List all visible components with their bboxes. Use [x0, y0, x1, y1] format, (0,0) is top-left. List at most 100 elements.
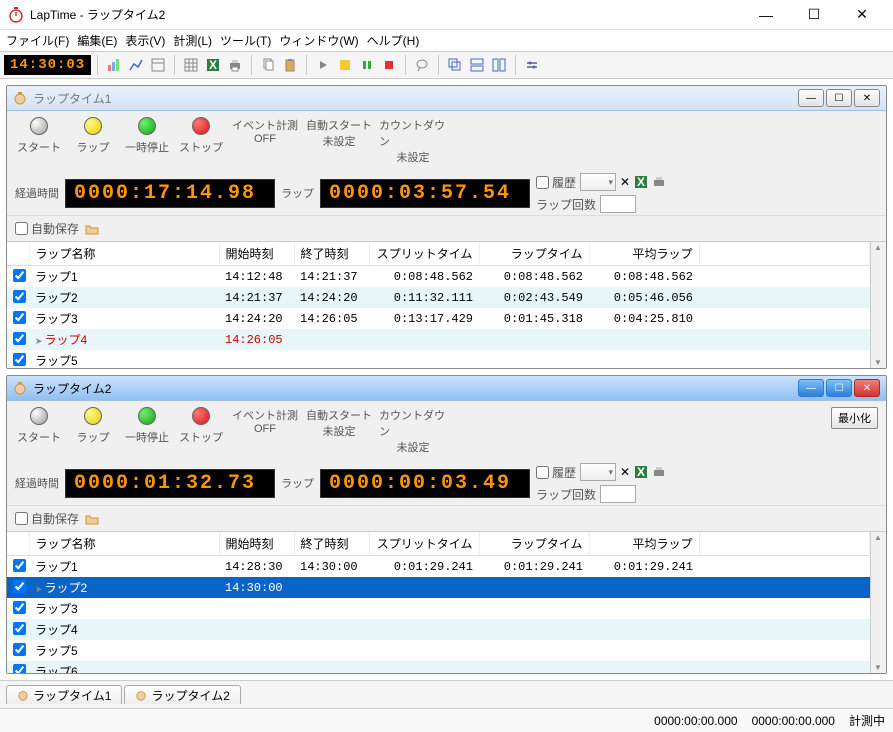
- table-row[interactable]: ラップ3: [7, 598, 870, 619]
- table-row[interactable]: ラップ6: [7, 661, 870, 673]
- chart-settings-icon[interactable]: [148, 55, 168, 75]
- col-split[interactable]: スプリットタイム: [369, 242, 479, 266]
- grid-icon[interactable]: [181, 55, 201, 75]
- pause-green-icon[interactable]: [357, 55, 377, 75]
- folder-icon[interactable]: [85, 222, 99, 236]
- mdi-titlebar-2[interactable]: ラップタイム2 — ☐ ✕: [7, 376, 886, 401]
- menu-help[interactable]: ヘルプ(H): [367, 32, 420, 49]
- row-checkbox[interactable]: [13, 601, 26, 614]
- event-measure-option[interactable]: イベント計測OFF: [231, 407, 299, 435]
- row-checkbox[interactable]: [13, 311, 26, 324]
- table-scrollbar-1[interactable]: [870, 242, 886, 368]
- mdi-close-2[interactable]: ✕: [854, 379, 880, 397]
- history-checkbox[interactable]: 履歴: [536, 464, 576, 481]
- countdown-option[interactable]: カウントダウン未設定: [379, 407, 447, 455]
- paste-icon[interactable]: [280, 55, 300, 75]
- balloon-icon[interactable]: [412, 55, 432, 75]
- col-lap[interactable]: ラップタイム: [479, 242, 589, 266]
- col-start[interactable]: 開始時刻: [219, 532, 294, 556]
- history-combo[interactable]: ▾: [580, 463, 616, 481]
- row-checkbox[interactable]: [13, 290, 26, 303]
- tab-laptime1[interactable]: ラップタイム1: [6, 685, 122, 704]
- chart-line-icon[interactable]: [126, 55, 146, 75]
- start-button[interactable]: スタート: [15, 407, 63, 445]
- menu-window[interactable]: ウィンドウ(W): [279, 32, 358, 49]
- mdi-minimize-1[interactable]: —: [798, 89, 824, 107]
- row-checkbox[interactable]: [13, 643, 26, 656]
- table-row[interactable]: ラップ114:28:3014:30:000:01:29.2410:01:29.2…: [7, 556, 870, 578]
- mdi-maximize-2[interactable]: ☐: [826, 379, 852, 397]
- row-checkbox[interactable]: [13, 664, 26, 674]
- table-row[interactable]: ラップ114:12:4814:21:370:08:48.5620:08:48.5…: [7, 266, 870, 288]
- menu-tool[interactable]: ツール(T): [220, 32, 271, 49]
- print-small-icon[interactable]: [652, 465, 666, 479]
- stop-button[interactable]: ストップ: [177, 117, 225, 155]
- start-button[interactable]: スタート: [15, 117, 63, 155]
- row-checkbox[interactable]: [13, 622, 26, 635]
- countdown-option[interactable]: カウントダウン未設定: [379, 117, 447, 165]
- event-measure-option[interactable]: イベント計測OFF: [231, 117, 299, 145]
- row-checkbox[interactable]: [13, 269, 26, 282]
- tab-laptime2[interactable]: ラップタイム2: [124, 685, 240, 704]
- col-avg[interactable]: 平均ラップ: [589, 532, 699, 556]
- autosave-checkbox[interactable]: 自動保存: [15, 510, 79, 527]
- lap-count-input[interactable]: [600, 195, 636, 213]
- stop-red-icon[interactable]: [379, 55, 399, 75]
- minimize-button[interactable]: 最小化: [831, 407, 878, 429]
- col-avg[interactable]: 平均ラップ: [589, 242, 699, 266]
- window-close-button[interactable]: ✕: [839, 1, 885, 29]
- autostart-option[interactable]: 自動スタート未設定: [305, 117, 373, 149]
- autosave-checkbox[interactable]: 自動保存: [15, 220, 79, 237]
- settings-icon[interactable]: [522, 55, 542, 75]
- mdi-maximize-1[interactable]: ☐: [826, 89, 852, 107]
- pause-button[interactable]: 一時停止: [123, 117, 171, 155]
- tile-vertical-icon[interactable]: [489, 55, 509, 75]
- record-yellow-icon[interactable]: [335, 55, 355, 75]
- table-row[interactable]: ラップ5: [7, 350, 870, 368]
- history-checkbox[interactable]: 履歴: [536, 174, 576, 191]
- print-small-icon[interactable]: [652, 175, 666, 189]
- delete-icon[interactable]: ✕: [620, 465, 630, 479]
- window-minimize-button[interactable]: —: [743, 1, 789, 29]
- row-checkbox[interactable]: [13, 353, 26, 366]
- table-row[interactable]: ラップ214:21:3714:24:200:11:32.1110:02:43.5…: [7, 287, 870, 308]
- table-row[interactable]: ラップ5: [7, 640, 870, 661]
- col-name[interactable]: ラップ名称: [29, 242, 219, 266]
- col-start[interactable]: 開始時刻: [219, 242, 294, 266]
- mdi-close-1[interactable]: ✕: [854, 89, 880, 107]
- cascade-icon[interactable]: [445, 55, 465, 75]
- folder-icon[interactable]: [85, 512, 99, 526]
- window-maximize-button[interactable]: ☐: [791, 1, 837, 29]
- table-row[interactable]: ラップ214:30:00: [7, 577, 870, 598]
- copy-icon[interactable]: [258, 55, 278, 75]
- col-lap[interactable]: ラップタイム: [479, 532, 589, 556]
- table-row[interactable]: ラップ314:24:2014:26:050:13:17.4290:01:45.3…: [7, 308, 870, 329]
- row-checkbox[interactable]: [13, 580, 26, 593]
- lap-button[interactable]: ラップ: [69, 117, 117, 155]
- col-name[interactable]: ラップ名称: [29, 532, 219, 556]
- table-scrollbar-2[interactable]: [870, 532, 886, 673]
- play-icon[interactable]: [313, 55, 333, 75]
- lap-button[interactable]: ラップ: [69, 407, 117, 445]
- mdi-titlebar-1[interactable]: ラップタイム1 — ☐ ✕: [7, 86, 886, 111]
- mdi-minimize-2[interactable]: —: [798, 379, 824, 397]
- table-row[interactable]: ラップ4: [7, 619, 870, 640]
- excel-export-icon[interactable]: X: [634, 465, 648, 479]
- col-end[interactable]: 終了時刻: [294, 242, 369, 266]
- excel-icon[interactable]: X: [203, 55, 223, 75]
- menu-view[interactable]: 表示(V): [125, 32, 165, 49]
- row-checkbox[interactable]: [13, 332, 26, 345]
- autostart-option[interactable]: 自動スタート未設定: [305, 407, 373, 439]
- print-icon[interactable]: [225, 55, 245, 75]
- pause-button[interactable]: 一時停止: [123, 407, 171, 445]
- col-split[interactable]: スプリットタイム: [369, 532, 479, 556]
- row-checkbox[interactable]: [13, 559, 26, 572]
- history-combo[interactable]: ▾: [580, 173, 616, 191]
- stop-button[interactable]: ストップ: [177, 407, 225, 445]
- menu-edit[interactable]: 編集(E): [77, 32, 117, 49]
- table-row[interactable]: ラップ414:26:05: [7, 329, 870, 350]
- excel-export-icon[interactable]: X: [634, 175, 648, 189]
- lap-count-input[interactable]: [600, 485, 636, 503]
- menu-file[interactable]: ファイル(F): [6, 32, 69, 49]
- delete-icon[interactable]: ✕: [620, 175, 630, 189]
